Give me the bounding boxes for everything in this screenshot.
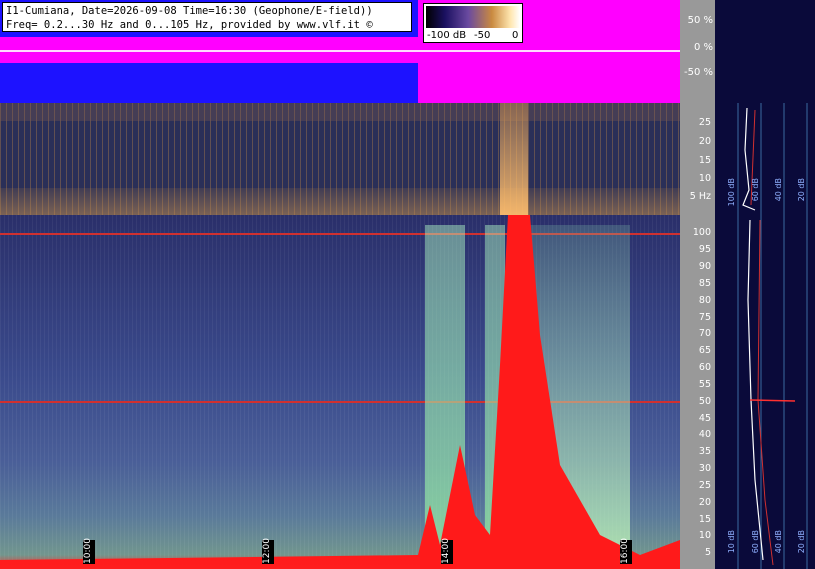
low-tick-5: 5 Hz — [689, 191, 711, 202]
tick-85: 85 — [698, 278, 711, 289]
upper-label-100db: 100 dB — [727, 178, 736, 207]
station-title: I1-Cumiana, Date=2026-09-08 Time=16:30 (… — [6, 5, 373, 17]
tick-65: 65 — [698, 345, 711, 356]
time-label-1200: 12:00 — [262, 538, 274, 564]
tick-95: 95 — [698, 244, 711, 255]
tick-25: 25 — [698, 480, 711, 491]
color-scale-bar — [426, 6, 520, 28]
axis-label-neg50pct: -50 % — [683, 67, 713, 78]
tick-15: 15 — [698, 514, 711, 525]
vlf-spectrogram-view: I1-Cumiana, Date=2026-09-08 Time=16:30 (… — [0, 0, 815, 569]
time-label-1400: 14:00 — [441, 538, 453, 564]
tick-50: 50 — [698, 396, 711, 407]
upper-label-20db: 20 dB — [797, 178, 806, 202]
lowfreq-axis: 25 20 15 10 5 Hz — [680, 103, 715, 215]
low-tick-10: 10 — [698, 173, 711, 184]
lower-label-60db: 60 dB — [751, 530, 760, 554]
legend-mid-label: -50 — [474, 30, 491, 41]
color-scale-legend: -100 dB -50 0 — [423, 3, 523, 43]
low-tick-25: 25 — [698, 117, 711, 128]
waveform-zero-line — [0, 50, 680, 52]
tick-35: 35 — [698, 446, 711, 457]
tick-30: 30 — [698, 463, 711, 474]
header-info-box: I1-Cumiana, Date=2026-09-08 Time=16:30 (… — [2, 2, 412, 32]
saturation-overlay — [0, 215, 680, 569]
tick-75: 75 — [698, 312, 711, 323]
time-label-1600: 16:00 — [620, 538, 632, 564]
upper-label-40db: 40 dB — [774, 178, 783, 202]
tick-90: 90 — [698, 261, 711, 272]
legend-max-label: 0 — [512, 30, 519, 41]
axis-label-0pct: 0 % — [693, 42, 713, 53]
upper-label-60db: 60 dB — [751, 178, 760, 202]
spectrum-profile-panel: 100 dB 60 dB 40 dB 20 dB 10 dB 60 dB 40 … — [715, 0, 815, 569]
tick-5: 5 — [704, 547, 711, 558]
tick-60: 60 — [698, 362, 711, 373]
frequency-info: Freq= 0.2...30 Hz and 0...105 Hz, provid… — [6, 19, 373, 31]
main-frequency-axis: 100 95 90 85 80 75 70 65 60 55 50 45 40 … — [680, 215, 715, 569]
tick-40: 40 — [698, 429, 711, 440]
tick-10: 10 — [698, 530, 711, 541]
tick-20: 20 — [698, 497, 711, 508]
low-tick-20: 20 — [698, 136, 711, 147]
tick-100: 100 — [692, 227, 711, 238]
lower-label-10db: 10 dB — [727, 530, 736, 554]
low-tick-15: 15 — [698, 155, 711, 166]
time-label-1000: 10:00 — [83, 538, 95, 564]
lowfreq-spectrogram — [0, 103, 680, 215]
tick-45: 45 — [698, 413, 711, 424]
waveform-axis: 50 % 0 % -50 % — [680, 0, 715, 103]
tick-70: 70 — [698, 328, 711, 339]
axis-label-50pct: 50 % — [687, 15, 713, 26]
lower-label-40db: 40 dB — [774, 530, 783, 554]
tick-55: 55 — [698, 379, 711, 390]
legend-min-label: -100 dB — [427, 30, 467, 41]
lower-label-20db: 20 dB — [797, 530, 806, 554]
profile-grid — [737, 103, 808, 569]
tick-80: 80 — [698, 295, 711, 306]
main-spectrogram — [0, 215, 680, 569]
